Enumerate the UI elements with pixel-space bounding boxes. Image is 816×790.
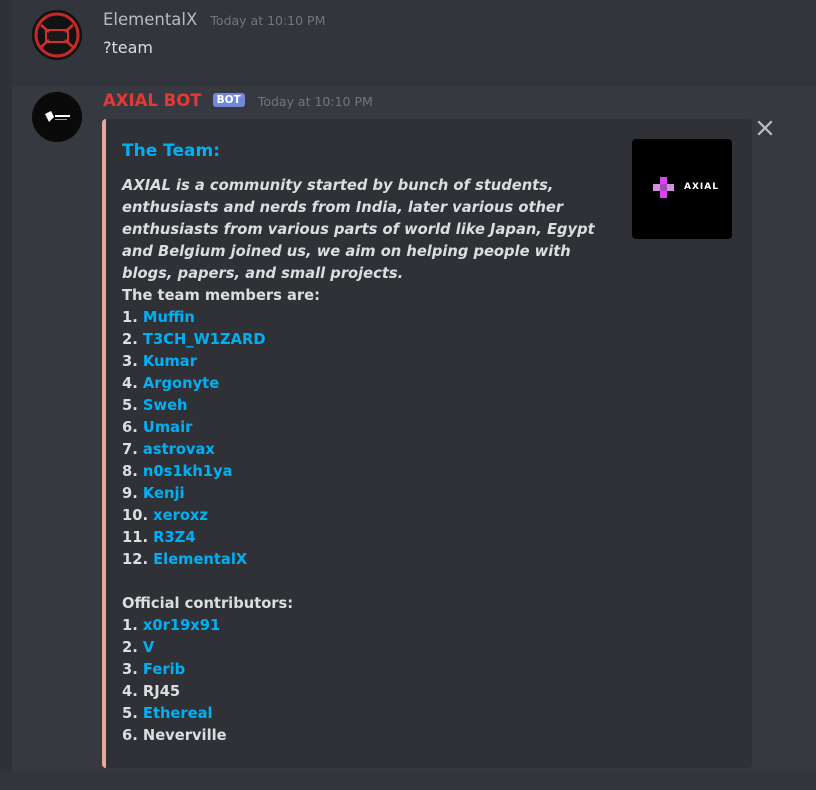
list-item: 5. Sweh xyxy=(122,395,320,417)
member-link[interactable]: n0s1kh1ya xyxy=(143,463,233,480)
contributors-heading: Official contributors: xyxy=(122,595,294,612)
list-number: 3. xyxy=(122,353,143,370)
bot-badge: BOT xyxy=(212,93,245,107)
list-item: 7. astrovax xyxy=(122,439,320,461)
thumbnail-text: AXIAL xyxy=(684,182,719,192)
list-number: 2. xyxy=(122,639,143,656)
server-sidebar-edge xyxy=(0,0,12,790)
list-number: 12. xyxy=(122,551,154,568)
list-item: 8. n0s1kh1ya xyxy=(122,461,320,483)
list-number: 2. xyxy=(122,331,143,348)
list-item: 1. x0r19x91 xyxy=(122,615,320,637)
username[interactable]: ElementalX xyxy=(103,10,197,29)
members-heading: The team members are: xyxy=(122,287,320,304)
axial-bot-avatar-icon xyxy=(32,92,82,142)
list-item: 9. Kenji xyxy=(122,483,320,505)
list-item: 6. Neverville xyxy=(122,725,320,747)
list-number: 9. xyxy=(122,485,143,502)
bot-username[interactable]: AXIAL BOT xyxy=(103,91,202,110)
list-number: 6. xyxy=(122,419,143,436)
message-elementalx: ElementalX Today at 10:10 PM ?team xyxy=(12,0,816,86)
list-number: 1. xyxy=(122,309,143,326)
members-list: 1. Muffin 2. T3CH_W1ZARD 3. Kumar 4. Argony… xyxy=(122,307,320,571)
member-link[interactable]: xeroxz xyxy=(153,507,208,524)
member-link[interactable]: Muffin xyxy=(143,309,195,326)
member-link[interactable]: Kumar xyxy=(143,353,197,370)
list-number: 5. xyxy=(122,397,143,414)
member-name: RJ45 xyxy=(142,683,181,700)
list-item: 1. Muffin xyxy=(122,307,320,329)
list-item: 3. Ferib xyxy=(122,659,320,681)
list-item: 2. T3CH_W1ZARD xyxy=(122,329,320,351)
member-link[interactable]: Ethereal xyxy=(143,705,213,722)
list-item: 4. Argonyte xyxy=(122,373,320,395)
list-item: 4. RJ45 xyxy=(122,681,320,703)
member-name: Neverville xyxy=(142,727,227,744)
list-item: 2. V xyxy=(122,637,320,659)
embed-title: The Team: xyxy=(122,141,220,161)
bottom-edge xyxy=(0,772,816,790)
list-number: 7. xyxy=(122,441,143,458)
list-number: 6. xyxy=(122,727,143,744)
member-link[interactable]: x0r19x91 xyxy=(143,617,220,634)
message-header: ElementalX Today at 10:10 PM xyxy=(103,10,325,32)
member-link[interactable]: Umair xyxy=(143,419,192,436)
embed-description: AXIAL is a community started by bunch of… xyxy=(122,177,595,282)
list-item: 10. xeroxz xyxy=(122,505,320,527)
list-item: 6. Umair xyxy=(122,417,320,439)
list-number: 11. xyxy=(122,529,154,546)
member-link[interactable]: Sweh xyxy=(143,397,188,414)
member-link[interactable]: Kenji xyxy=(143,485,185,502)
member-link[interactable]: astrovax xyxy=(143,441,215,458)
list-item: 11. R3Z4 xyxy=(122,527,320,549)
member-link[interactable]: Ferib xyxy=(143,661,185,678)
member-link[interactable]: V xyxy=(143,639,154,656)
list-item: 3. Kumar xyxy=(122,351,320,373)
list-number: 5. xyxy=(122,705,143,722)
close-icon[interactable] xyxy=(756,119,774,137)
team-embed: The Team: AXIAL is a community started b… xyxy=(102,119,752,768)
list-number: 10. xyxy=(122,507,154,524)
list-number: 1. xyxy=(122,617,143,634)
list-number: 4. xyxy=(122,375,143,392)
member-link[interactable]: Argonyte xyxy=(143,375,219,392)
timestamp: Today at 10:10 PM xyxy=(210,13,326,28)
member-link[interactable]: ElementalX xyxy=(153,551,247,568)
list-number: 4. xyxy=(122,683,143,700)
message-text: ?team xyxy=(103,38,153,57)
elementalx-avatar-icon xyxy=(32,10,82,60)
message-header: AXIAL BOT BOT Today at 10:10 PM xyxy=(103,91,373,113)
list-number: 3. xyxy=(122,661,143,678)
list-item: 12. ElementalX xyxy=(122,549,320,571)
list-number: 8. xyxy=(122,463,143,480)
timestamp: Today at 10:10 PM xyxy=(257,94,373,109)
embed-thumbnail[interactable]: AXIAL xyxy=(632,139,732,239)
contributors-list: 1. x0r19x91 2. V 3. Ferib 4. RJ45 5. Etherea… xyxy=(122,615,320,747)
list-item: 5. Ethereal xyxy=(122,703,320,725)
message-axial-bot: AXIAL BOT BOT Today at 10:10 PM The Team… xyxy=(12,86,816,772)
bot-avatar[interactable] xyxy=(32,92,82,142)
member-link[interactable]: R3Z4 xyxy=(153,529,195,546)
user-avatar[interactable] xyxy=(32,10,82,60)
member-link[interactable]: T3CH_W1ZARD xyxy=(143,331,266,348)
embed-body: The team members are: 1. Muffin 2. T3CH_W… xyxy=(122,285,320,747)
